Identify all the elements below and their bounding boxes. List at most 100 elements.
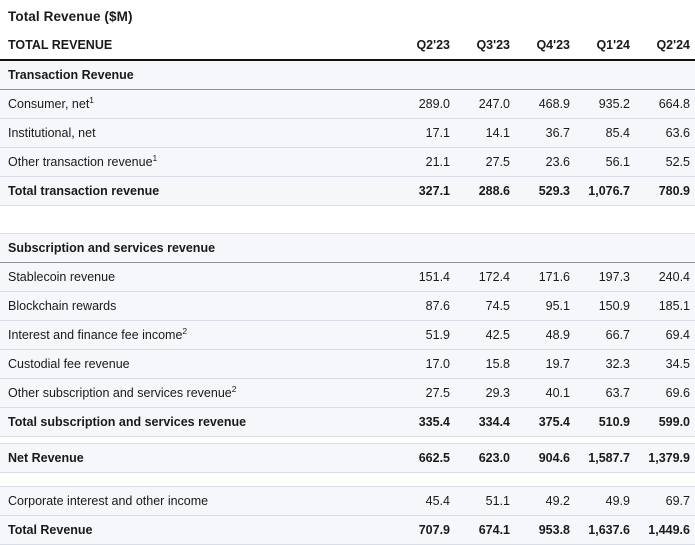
table-row: Subscription and services revenue bbox=[0, 234, 695, 263]
table-row: Net Revenue662.5623.0904.61,587.71,379.9 bbox=[0, 444, 695, 473]
cell-value: 240.4 bbox=[635, 263, 695, 292]
cell-value: 172.4 bbox=[455, 263, 515, 292]
footnote-marker: 2 bbox=[232, 384, 237, 394]
spacer-row bbox=[0, 206, 695, 234]
cell-value: 151.4 bbox=[395, 263, 455, 292]
cell-value: 662.5 bbox=[395, 444, 455, 473]
cell-value: 1,449.6 bbox=[635, 516, 695, 545]
table-header-row: TOTAL REVENUE Q2'23 Q3'23 Q4'23 Q1'24 Q2… bbox=[0, 38, 695, 60]
cell-value: 1,637.6 bbox=[575, 516, 635, 545]
cell-value: 49.9 bbox=[575, 487, 635, 516]
cell-value: 1,076.7 bbox=[575, 177, 635, 206]
cell-value: 69.6 bbox=[635, 379, 695, 408]
cell-value: 27.5 bbox=[395, 379, 455, 408]
cell-value: 51.9 bbox=[395, 321, 455, 350]
table-row: Corporate interest and other income45.45… bbox=[0, 487, 695, 516]
cell-value: 289.0 bbox=[395, 90, 455, 119]
cell-value: 45.4 bbox=[395, 487, 455, 516]
row-label: Other subscription and services revenue2 bbox=[0, 379, 395, 408]
cell-value: 56.1 bbox=[575, 148, 635, 177]
table-header-label: TOTAL REVENUE bbox=[0, 38, 395, 60]
cell-value: 95.1 bbox=[515, 292, 575, 321]
cell-value: 32.3 bbox=[575, 350, 635, 379]
table-row: Other transaction revenue121.127.523.656… bbox=[0, 148, 695, 177]
row-label: Interest and finance fee income2 bbox=[0, 321, 395, 350]
cell-value: 69.7 bbox=[635, 487, 695, 516]
row-label: Corporate interest and other income bbox=[0, 487, 395, 516]
cell-value: 780.9 bbox=[635, 177, 695, 206]
revenue-table-body: Transaction RevenueConsumer, net1289.024… bbox=[0, 60, 695, 545]
cell-value bbox=[455, 234, 515, 263]
cell-value: 63.7 bbox=[575, 379, 635, 408]
cell-value: 171.6 bbox=[515, 263, 575, 292]
cell-value: 334.4 bbox=[455, 408, 515, 437]
cell-value: 40.1 bbox=[515, 379, 575, 408]
table-row: Institutional, net17.114.136.785.463.6 bbox=[0, 119, 695, 148]
cell-value: 42.5 bbox=[455, 321, 515, 350]
cell-value: 185.1 bbox=[635, 292, 695, 321]
revenue-statement-page: Total Revenue ($M) TOTAL REVENUE Q2'23 Q… bbox=[0, 0, 695, 511]
cell-value: 15.8 bbox=[455, 350, 515, 379]
cell-value: 27.5 bbox=[455, 148, 515, 177]
footnote-marker: 1 bbox=[89, 95, 94, 105]
column-header-q4-23: Q4'23 bbox=[515, 38, 575, 60]
cell-value: 23.6 bbox=[515, 148, 575, 177]
cell-value bbox=[575, 234, 635, 263]
row-label: Total Revenue bbox=[0, 516, 395, 545]
table-row: Total transaction revenue327.1288.6529.3… bbox=[0, 177, 695, 206]
footnote-marker: 1 bbox=[153, 153, 158, 163]
cell-value: 48.9 bbox=[515, 321, 575, 350]
cell-value: 674.1 bbox=[455, 516, 515, 545]
row-label: Net Revenue bbox=[0, 444, 395, 473]
cell-value bbox=[635, 234, 695, 263]
table-row: Transaction Revenue bbox=[0, 60, 695, 90]
cell-value: 247.0 bbox=[455, 90, 515, 119]
row-label: Subscription and services revenue bbox=[0, 234, 395, 263]
row-label: Total subscription and services revenue bbox=[0, 408, 395, 437]
cell-value: 51.1 bbox=[455, 487, 515, 516]
spacer-cell bbox=[0, 206, 695, 234]
column-header-q1-24: Q1'24 bbox=[575, 38, 635, 60]
column-header-q2-23: Q2'23 bbox=[395, 38, 455, 60]
row-label: Custodial fee revenue bbox=[0, 350, 395, 379]
spacer-cell bbox=[0, 437, 695, 444]
cell-value: 599.0 bbox=[635, 408, 695, 437]
table-row: Custodial fee revenue17.015.819.732.334.… bbox=[0, 350, 695, 379]
cell-value: 52.5 bbox=[635, 148, 695, 177]
cell-value bbox=[455, 60, 515, 90]
row-label: Institutional, net bbox=[0, 119, 395, 148]
cell-value: 468.9 bbox=[515, 90, 575, 119]
cell-value: 36.7 bbox=[515, 119, 575, 148]
table-row: Total Revenue707.9674.1953.81,637.61,449… bbox=[0, 516, 695, 545]
column-header-q2-24: Q2'24 bbox=[635, 38, 695, 60]
spacer-row bbox=[0, 473, 695, 487]
row-label: Stablecoin revenue bbox=[0, 263, 395, 292]
cell-value: 29.3 bbox=[455, 379, 515, 408]
cell-value: 63.6 bbox=[635, 119, 695, 148]
table-row: Blockchain rewards87.674.595.1150.9185.1 bbox=[0, 292, 695, 321]
cell-value bbox=[395, 234, 455, 263]
cell-value: 904.6 bbox=[515, 444, 575, 473]
cell-value: 197.3 bbox=[575, 263, 635, 292]
row-label: Other transaction revenue1 bbox=[0, 148, 395, 177]
cell-value: 529.3 bbox=[515, 177, 575, 206]
page-title: Total Revenue ($M) bbox=[0, 0, 695, 24]
cell-value: 288.6 bbox=[455, 177, 515, 206]
cell-value: 66.7 bbox=[575, 321, 635, 350]
cell-value: 14.1 bbox=[455, 119, 515, 148]
table-row: Total subscription and services revenue3… bbox=[0, 408, 695, 437]
table-row: Other subscription and services revenue2… bbox=[0, 379, 695, 408]
row-label: Consumer, net1 bbox=[0, 90, 395, 119]
spacer-cell bbox=[0, 473, 695, 487]
cell-value: 953.8 bbox=[515, 516, 575, 545]
cell-value: 150.9 bbox=[575, 292, 635, 321]
row-label: Transaction Revenue bbox=[0, 60, 395, 90]
table-row: Interest and finance fee income251.942.5… bbox=[0, 321, 695, 350]
cell-value: 935.2 bbox=[575, 90, 635, 119]
table-row: Consumer, net1289.0247.0468.9935.2664.8 bbox=[0, 90, 695, 119]
cell-value: 707.9 bbox=[395, 516, 455, 545]
cell-value: 1,587.7 bbox=[575, 444, 635, 473]
cell-value: 335.4 bbox=[395, 408, 455, 437]
cell-value: 375.4 bbox=[515, 408, 575, 437]
footnote-marker: 2 bbox=[182, 326, 187, 336]
